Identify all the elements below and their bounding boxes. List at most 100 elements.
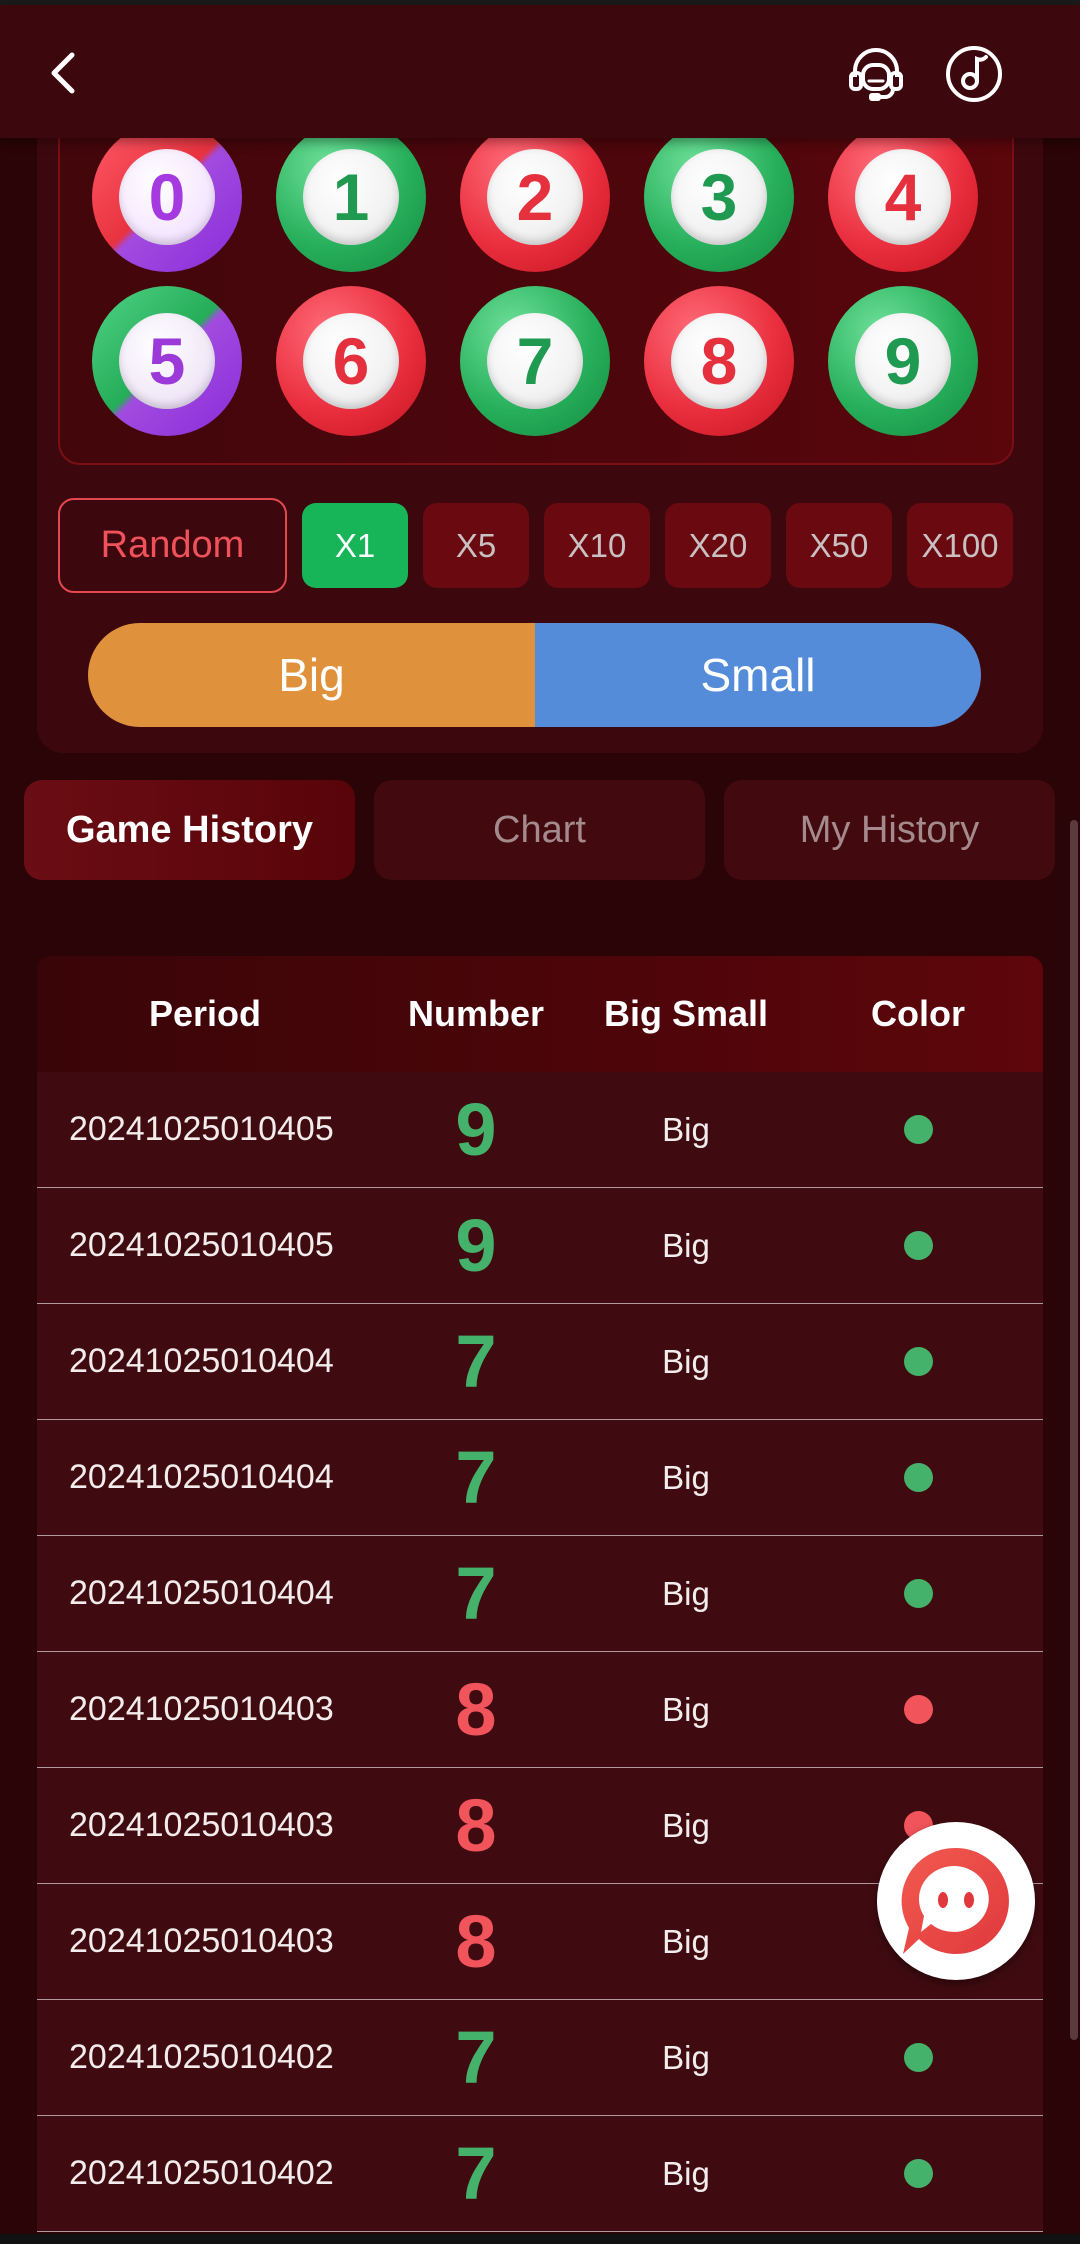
period-cell: 20241025010403 <box>69 1806 334 1844</box>
game-history-table: Period Number Big Small Color 2024102501… <box>37 956 1043 2244</box>
number-ball-0[interactable]: 0 <box>92 122 242 272</box>
multiplier-x5-button[interactable]: X5 <box>423 503 529 588</box>
number-ball-label: 4 <box>855 149 951 245</box>
number-cell: 7 <box>455 1436 497 1519</box>
number-ball-label: 5 <box>119 313 215 409</box>
small-button[interactable]: Small <box>535 623 981 727</box>
period-cell: 20241025010404 <box>69 1574 334 1612</box>
multiplier-x20-button[interactable]: X20 <box>665 503 771 588</box>
color-cell <box>793 2159 1043 2188</box>
number-ball-2[interactable]: 2 <box>460 122 610 272</box>
period-cell: 20241025010402 <box>69 2038 334 2076</box>
big-small-cell: Big <box>662 2154 710 2192</box>
table-row: 20241025010404 7 Big <box>37 1420 1043 1536</box>
random-button[interactable]: Random <box>58 498 287 593</box>
column-header-color: Color <box>871 993 965 1034</box>
multiplier-x50-button[interactable]: X50 <box>786 503 892 588</box>
top-bar <box>0 5 1080 138</box>
table-row: 20241025010402 7 Big <box>37 2000 1043 2116</box>
number-ball-6[interactable]: 6 <box>276 286 426 436</box>
big-small-cell: Big <box>662 1806 710 1844</box>
big-small-cell: Big <box>662 2038 710 2076</box>
table-row: 20241025010405 9 Big <box>37 1072 1043 1188</box>
chat-bubble-icon <box>901 1847 1009 1954</box>
column-header-number: Number <box>407 993 545 1034</box>
navigation-bar-strip <box>0 2234 1080 2244</box>
number-ball-1[interactable]: 1 <box>276 122 426 272</box>
game-page: 0123456789 Random X1 X5 X10 X20 X50 X100… <box>0 0 1080 2244</box>
big-small-cell: Big <box>662 1226 710 1264</box>
tab-game-history[interactable]: Game History <box>24 780 355 880</box>
chat-button[interactable] <box>877 1822 1035 1980</box>
tab-chart[interactable]: Chart <box>374 780 705 880</box>
multiplier-x1-button[interactable]: X1 <box>302 503 408 588</box>
number-ball-label: 3 <box>671 149 767 245</box>
tab-my-history[interactable]: My History <box>724 780 1055 880</box>
number-ball-label: 2 <box>487 149 583 245</box>
number-cell: 7 <box>455 1552 497 1635</box>
color-cell <box>793 1231 1043 1260</box>
number-ball-label: 7 <box>487 313 583 409</box>
color-cell <box>793 2043 1043 2072</box>
headset-icon <box>849 48 903 101</box>
back-button[interactable] <box>40 43 90 103</box>
scrollbar[interactable] <box>1070 820 1078 2040</box>
number-ball-7[interactable]: 7 <box>460 286 610 436</box>
color-dot <box>903 1579 933 1608</box>
table-row: 20241025010405 9 Big <box>37 1188 1043 1304</box>
table-row: 20241025010402 7 Big <box>37 2116 1043 2232</box>
big-small-selector: Big Small <box>88 623 981 727</box>
color-cell <box>793 1347 1043 1376</box>
number-ball-9[interactable]: 9 <box>828 286 978 436</box>
music-toggle-button[interactable] <box>944 41 1004 107</box>
big-small-cell: Big <box>662 1922 710 1960</box>
number-cell: 7 <box>455 2016 497 2099</box>
multiplier-row: Random X1 X5 X10 X20 X50 X100 <box>58 498 1014 593</box>
number-ball-4[interactable]: 4 <box>828 122 978 272</box>
big-small-cell: Big <box>662 1110 710 1148</box>
color-dot <box>903 2043 933 2072</box>
number-ball-5[interactable]: 5 <box>92 286 242 436</box>
color-cell <box>793 1579 1043 1608</box>
number-ball-label: 6 <box>303 313 399 409</box>
period-cell: 20241025010404 <box>69 1342 334 1380</box>
multiplier-x100-button[interactable]: X100 <box>907 503 1013 588</box>
period-cell: 20241025010405 <box>69 1110 334 1148</box>
color-cell <box>793 1463 1043 1492</box>
number-cell: 7 <box>455 2132 497 2215</box>
table-header: Period Number Big Small Color <box>37 956 1043 1072</box>
big-small-cell: Big <box>662 1574 710 1612</box>
number-cell: 7 <box>455 1320 497 1403</box>
number-ball-label: 9 <box>855 313 951 409</box>
period-cell: 20241025010402 <box>69 2154 334 2192</box>
number-ball-8[interactable]: 8 <box>644 286 794 436</box>
table-row: 20241025010404 7 Big <box>37 1536 1043 1652</box>
period-cell: 20241025010403 <box>69 1922 334 1960</box>
period-cell: 20241025010403 <box>69 1690 334 1728</box>
number-ball-label: 8 <box>671 313 767 409</box>
number-cell: 9 <box>455 1088 497 1171</box>
customer-service-button[interactable] <box>843 41 909 107</box>
table-row: 20241025010404 7 Big <box>37 1304 1043 1420</box>
color-dot <box>903 2159 933 2188</box>
color-cell <box>793 1115 1043 1144</box>
number-ball-label: 0 <box>119 149 215 245</box>
period-cell: 20241025010405 <box>69 1226 334 1264</box>
number-cell: 8 <box>455 1784 497 1867</box>
table-body: 20241025010405 9 Big 20241025010405 9 Big 2024… <box>37 1072 1043 2232</box>
number-cell: 8 <box>455 1900 497 1983</box>
period-cell: 20241025010404 <box>69 1458 334 1496</box>
big-small-cell: Big <box>662 1342 710 1380</box>
multiplier-x10-button[interactable]: X10 <box>544 503 650 588</box>
number-cell: 8 <box>455 1668 497 1751</box>
color-dot <box>903 1463 933 1492</box>
big-button[interactable]: Big <box>88 623 535 727</box>
color-dot <box>903 1347 933 1376</box>
big-small-cell: Big <box>662 1690 710 1728</box>
column-header-period: Period <box>148 993 262 1034</box>
color-dot <box>903 1231 933 1260</box>
color-dot <box>903 1695 933 1724</box>
number-ball-3[interactable]: 3 <box>644 122 794 272</box>
color-cell <box>793 1695 1043 1724</box>
number-balls-grid: 01234 56789 <box>58 122 1014 465</box>
